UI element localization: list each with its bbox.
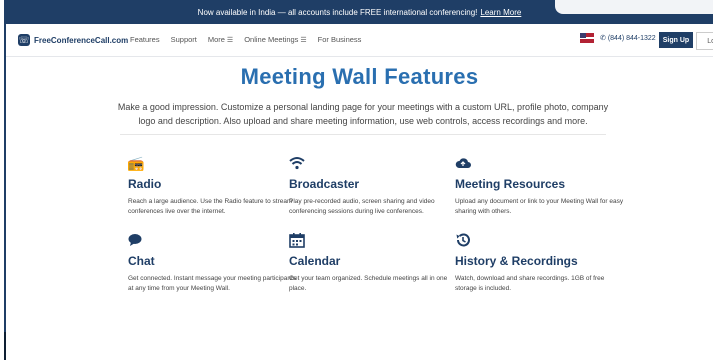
history-icon	[455, 232, 471, 248]
phone-text: (844) 844-1322	[607, 35, 656, 42]
feature-calendar: Calendar Get your team organized. Schedu…	[289, 232, 459, 294]
page-title: Meeting Wall Features	[240, 64, 479, 89]
log-in-button[interactable]: Log In	[696, 32, 713, 50]
page-description: Make a good impression. Customize a pers…	[117, 102, 609, 126]
phone-icon: ✆	[600, 35, 606, 42]
feature-text: Watch, download and share recordings. 1G…	[455, 275, 605, 292]
feature-text: Play pre-recorded audio, screen sharing …	[289, 198, 435, 215]
site-logo[interactable]: ☏ FreeConferenceCall.com	[18, 34, 128, 46]
feature-meeting-resources: Meeting Resources Upload any document or…	[455, 155, 625, 217]
feature-radio: 📻 Radio Reach a large audience. Use the …	[127, 154, 298, 217]
learn-more-link[interactable]: Learn More	[480, 8, 521, 17]
calendar-icon	[289, 232, 305, 248]
feature-text: Reach a large audience. Use the Radio fe…	[128, 198, 293, 215]
feature-title: History & Recordings	[455, 254, 578, 268]
feature-title: Chat	[128, 254, 155, 268]
nav-more[interactable]: More	[208, 35, 233, 44]
cloud-upload-icon	[455, 155, 471, 171]
banner-corner-tab	[555, 0, 713, 14]
window-edge-marker	[4, 332, 6, 360]
feature-broadcaster: Broadcaster Play pre-recorded audio, scr…	[289, 155, 459, 217]
chat-icon	[128, 232, 144, 248]
wifi-icon	[289, 155, 305, 171]
phone-logo-icon: ☏	[18, 34, 30, 46]
banner-text: Now available in India — all accounts in…	[197, 7, 478, 17]
feature-title: Radio	[128, 177, 162, 191]
feature-text: Get connected. Instant message your meet…	[128, 275, 297, 292]
nav-links: Features Support More Online Meetings Fo…	[130, 35, 361, 44]
radio-icon: 📻	[127, 154, 145, 171]
section-divider	[120, 134, 606, 135]
phone-number[interactable]: ✆ (844) 844-1322	[600, 34, 656, 42]
nav-support[interactable]: Support	[171, 35, 197, 44]
feature-title: Broadcaster	[289, 177, 360, 191]
feature-title: Calendar	[289, 254, 341, 268]
feature-title: Meeting Resources	[455, 177, 566, 191]
nav-online-meetings[interactable]: Online Meetings	[244, 35, 306, 44]
feature-text: Get your team organized. Schedule meetin…	[289, 275, 448, 292]
feature-history-recordings: History & Recordings Watch, download and…	[455, 232, 625, 294]
top-navigation: ☏ FreeConferenceCall.com Features Suppor…	[6, 24, 713, 57]
sign-up-button[interactable]: Sign Up	[659, 32, 693, 48]
feature-text: Upload any document or link to your Meet…	[455, 198, 624, 215]
us-flag-icon[interactable]	[580, 33, 594, 43]
nav-features[interactable]: Features	[130, 35, 160, 44]
logo-text: FreeConferenceCall.com	[34, 35, 129, 45]
nav-for-business[interactable]: For Business	[318, 35, 362, 44]
feature-chat: Chat Get connected. Instant message your…	[128, 232, 298, 294]
